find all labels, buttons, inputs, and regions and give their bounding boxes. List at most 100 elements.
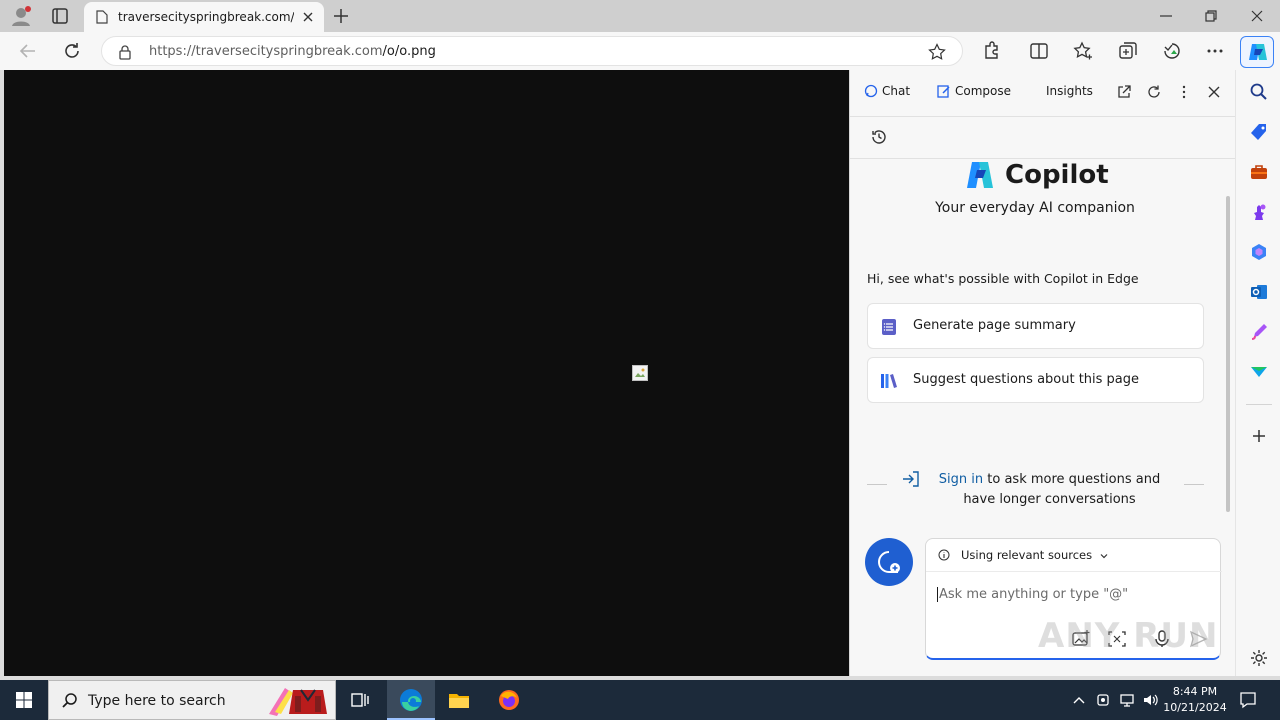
designer-icon[interactable] (1249, 322, 1269, 342)
suggest-questions-button[interactable]: Suggest questions about this page (867, 357, 1204, 403)
tray-app-icon[interactable] (1095, 692, 1111, 708)
copilot-brand: Copilot (963, 158, 1123, 194)
taskbar-edge-app[interactable] (387, 680, 435, 720)
copilot-logo-icon (963, 160, 997, 190)
suggest-questions-label: Suggest questions about this page (913, 372, 1140, 387)
sign-in-icon (901, 470, 921, 488)
chat-input[interactable] (937, 587, 1197, 602)
sign-in-link[interactable]: Sign in (939, 472, 983, 487)
tab-chat[interactable]: Chat (864, 84, 910, 98)
task-view-icon[interactable] (348, 688, 372, 712)
more-options-icon[interactable] (1204, 40, 1226, 62)
compose-icon (937, 85, 950, 98)
clock-time: 8:44 PM (1172, 685, 1218, 698)
notifications-icon[interactable] (1238, 690, 1258, 710)
generate-summary-button[interactable]: Generate page summary (867, 303, 1204, 349)
favorite-star-icon[interactable] (928, 43, 946, 61)
restore-icon[interactable] (1201, 6, 1221, 26)
favorites-icon[interactable] (1072, 40, 1094, 62)
chevron-down-icon (1101, 554, 1108, 559)
page-viewport (4, 70, 849, 676)
file-explorer-icon[interactable] (447, 688, 471, 712)
extensions-icon[interactable] (980, 40, 1002, 62)
new-topic-button[interactable] (865, 538, 913, 586)
sidebar-settings-icon[interactable] (1249, 648, 1269, 668)
pane-more-icon[interactable] (1176, 84, 1192, 100)
volume-icon[interactable] (1142, 692, 1158, 708)
shopping-tag-icon[interactable] (1249, 122, 1269, 142)
split-screen-icon[interactable] (1028, 40, 1050, 62)
back-icon[interactable] (17, 40, 39, 62)
signin-message: Sign in to ask more questions and have l… (927, 470, 1172, 510)
pane-scrollbar[interactable] (1226, 196, 1230, 512)
new-tab-icon[interactable] (332, 7, 350, 25)
profile-avatar-icon[interactable] (10, 5, 32, 27)
header-divider (850, 116, 1235, 117)
tab-compose[interactable]: Compose (937, 84, 1011, 98)
browser-essentials-icon[interactable] (1161, 40, 1183, 62)
sources-label: Using relevant sources (960, 548, 1093, 562)
url-host: https://traversecityspringbreak.com (149, 44, 383, 59)
clock-date: 10/21/2024 (1163, 701, 1227, 714)
edge-sidebar (1235, 70, 1280, 676)
games-chess-icon[interactable] (1249, 202, 1269, 222)
divider-left (867, 484, 887, 485)
signin-rest: to ask more questions and have longer co… (963, 472, 1161, 507)
add-sidebar-app-icon[interactable] (1249, 426, 1269, 446)
address-bar[interactable]: https://traversecityspringbreak.com/o/o.… (101, 36, 963, 66)
info-icon (938, 549, 950, 561)
tab-title: traversecityspringbreak.com/o/o.png (118, 10, 294, 24)
tab-chat-label: Chat (882, 84, 911, 98)
taskbar-search-box[interactable]: Type here to search (48, 680, 336, 720)
copilot-header: Chat Compose Insights (850, 70, 1235, 116)
intro-hint: Hi, see what's possible with Copilot in … (867, 271, 1139, 286)
divider-right (1184, 484, 1204, 485)
books-icon (880, 372, 898, 390)
tab-strip: traversecityspringbreak.com/o/o.png (0, 0, 1280, 32)
refresh-pane-icon[interactable] (1146, 84, 1162, 100)
outlook-icon[interactable] (1249, 282, 1269, 302)
drop-icon[interactable] (1249, 362, 1269, 382)
firefox-icon[interactable] (497, 688, 521, 712)
search-placeholder: Type here to search (88, 693, 226, 709)
chat-icon (864, 84, 878, 98)
sidebar-search-icon[interactable] (1249, 82, 1269, 102)
copilot-toolbar-button[interactable] (1240, 36, 1274, 68)
browser-tab[interactable]: traversecityspringbreak.com/o/o.png (84, 2, 324, 32)
tab-actions-icon[interactable] (50, 6, 70, 26)
show-hidden-icons-icon[interactable] (1071, 692, 1087, 708)
tab-insights-label: Insights (1046, 84, 1093, 98)
composer-divider (926, 571, 1222, 572)
edge-icon (400, 689, 422, 711)
tools-briefcase-icon[interactable] (1249, 162, 1269, 182)
tab-insights[interactable]: Insights (1046, 84, 1093, 98)
close-pane-icon[interactable] (1206, 84, 1222, 100)
collections-icon[interactable] (1117, 40, 1139, 62)
history-icon[interactable] (870, 128, 888, 146)
sidebar-divider (1246, 404, 1272, 405)
open-in-new-icon[interactable] (1116, 84, 1132, 100)
browser-toolbar: https://traversecityspringbreak.com/o/o.… (0, 32, 1280, 70)
close-window-icon[interactable] (1247, 6, 1267, 26)
copilot-pane: Chat Compose Insights Copilot Your every… (849, 70, 1235, 676)
microsoft-365-icon[interactable] (1249, 242, 1269, 262)
signin-prompt: Sign in to ask more questions and have l… (867, 468, 1204, 512)
new-chat-icon (878, 551, 900, 573)
tab-compose-label: Compose (955, 84, 1012, 98)
copilot-tagline: Your everyday AI companion (935, 200, 1135, 216)
search-icon (61, 692, 79, 710)
start-button[interactable] (0, 680, 48, 720)
network-icon[interactable] (1119, 692, 1135, 708)
windows-taskbar: Type here to search 8:44 PM 10/21/2024 (0, 680, 1280, 720)
url-text[interactable]: https://traversecityspringbreak.com/o/o.… (149, 44, 436, 59)
refresh-icon[interactable] (61, 40, 83, 62)
anyrun-watermark: ANY RUN (1038, 616, 1219, 656)
minimize-icon[interactable] (1156, 6, 1176, 26)
system-clock[interactable]: 8:44 PM 10/21/2024 (1160, 684, 1230, 716)
url-path: /o/o.png (382, 44, 436, 59)
lock-icon[interactable] (118, 44, 132, 60)
relevant-sources-dropdown[interactable]: Using relevant sources (938, 548, 1109, 562)
close-tab-icon[interactable] (300, 9, 316, 25)
copilot-title: Copilot (1005, 160, 1109, 190)
generate-summary-label: Generate page summary (913, 318, 1076, 333)
